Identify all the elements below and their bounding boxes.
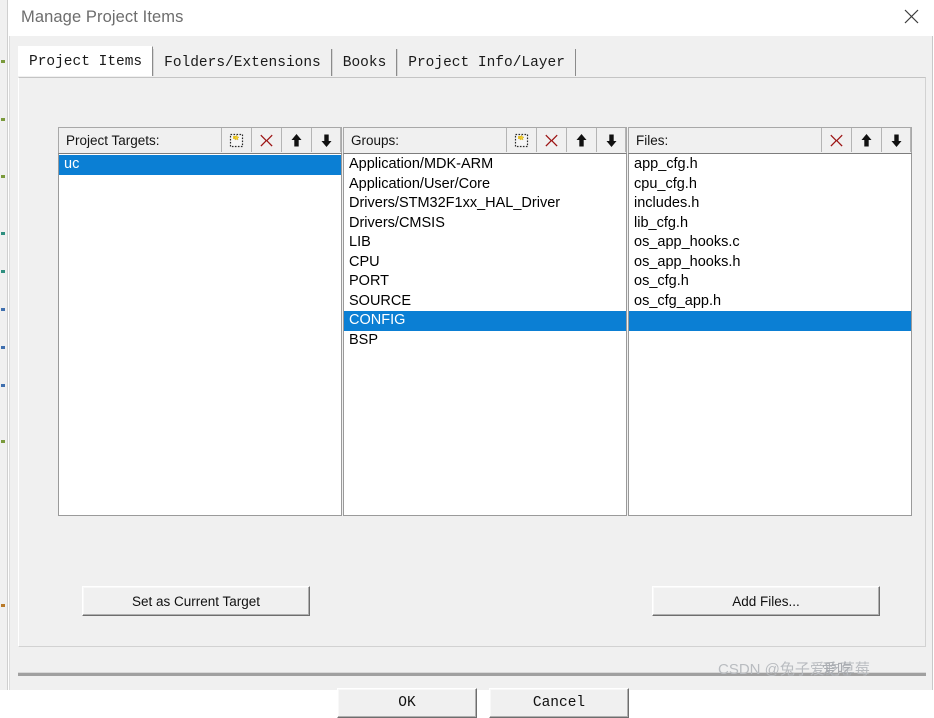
groups-label: Groups: [351,133,400,148]
bg-fleck [1,346,5,349]
bg-fleck [1,270,5,273]
list-item[interactable]: SOURCE [344,292,626,312]
groups-pane: Groups: Application/MDK-ARM Application/… [343,127,627,516]
list-item[interactable]: cpu_cfg.h [629,175,911,195]
list-item[interactable]: Application/User/Core [344,175,626,195]
move-up-icon[interactable] [281,128,311,152]
tab-label: Project Items [29,53,143,70]
new-item-icon[interactable] [221,128,251,152]
list-item-label: BSP [349,331,379,348]
add-files-button[interactable]: Add Files... [652,586,880,616]
ok-label: OK [398,695,416,711]
tab-project-info-layer[interactable]: Project Info/Layer [397,49,576,76]
list-item-label: os_app_hooks.c [634,234,740,250]
list-item[interactable]: Drivers/STM32F1xx_HAL_Driver [344,194,626,214]
list-item[interactable]: includes.h [629,194,911,214]
new-item-icon[interactable] [506,128,536,152]
bg-fleck [1,308,5,311]
set-as-current-target-label: Set as Current Target [131,593,261,609]
list-item[interactable]: Drivers/CMSIS [344,214,626,234]
list-item-label: Application/MDK-ARM [349,156,494,172]
background-window-sliver [0,0,8,690]
move-down-icon[interactable] [881,128,911,152]
list-item-label: Drivers/STM32F1xx_HAL_Driver [349,195,561,211]
groups-header: Groups: [343,127,627,153]
manage-project-items-dialog: Manage Project Items Project Items Folde… [8,0,934,718]
dialog-title: Manage Project Items [21,8,184,26]
files-toolbar [821,128,911,152]
set-as-current-target-button[interactable]: Set as Current Target [82,586,310,616]
tab-label: Books [342,54,387,71]
list-item[interactable]: lib_cfg.h [629,214,911,234]
delete-icon[interactable] [821,128,851,152]
project-targets-header: Project Targets: [58,127,342,153]
list-item[interactable]: LIB [344,233,626,253]
delete-icon[interactable] [251,128,281,152]
list-item-label: CPU [349,253,380,270]
list-item-label: app_cfg.h [634,156,698,172]
project-targets-toolbar [221,128,341,152]
list-item-new-entry[interactable] [629,311,911,331]
move-up-icon[interactable] [851,128,881,152]
delete-icon[interactable] [536,128,566,152]
list-item[interactable]: app_cfg.h [629,155,911,175]
bg-fleck [1,384,5,387]
list-item-label: Drivers/CMSIS [349,214,445,231]
list-item[interactable]: uc [59,155,341,175]
list-item-label: Application/User/Core [349,175,491,192]
list-item-label: uc [64,156,80,172]
list-item[interactable]: CPU [344,253,626,273]
bg-fleck [1,232,5,235]
list-item-label: PORT [349,273,390,289]
files-header: Files: [628,127,912,153]
list-item[interactable]: PORT [344,272,626,292]
project-targets-label: Project Targets: [66,133,160,148]
bg-fleck [1,175,5,178]
bg-fleck [1,604,5,607]
bg-fleck [1,60,5,63]
move-down-icon[interactable] [596,128,626,152]
move-down-icon[interactable] [311,128,341,152]
dialog-client-area: Project Items Folders/Extensions Books P… [9,36,933,718]
list-item-label: lib_cfg.h [634,214,689,231]
files-pane: Files: app_cfg.h cpu_cfg.h includes.h li… [628,127,912,516]
bg-fleck [1,118,5,121]
cancel-label: Cancel [532,695,586,711]
bg-fleck [1,440,5,443]
list-item[interactable]: os_cfg.h [629,272,911,292]
add-files-label: Add Files... [732,593,800,609]
tab-books[interactable]: Books [331,49,398,76]
list-item-label: os_cfg.h [634,273,689,289]
list-item[interactable]: os_app_hooks.h [629,253,911,273]
list-item[interactable]: CONFIG [344,311,626,331]
tab-label: Folders/Extensions [164,54,321,71]
tab-project-items[interactable]: Project Items [18,46,154,76]
dialog-titlebar: Manage Project Items [8,0,934,36]
files-listbox[interactable]: app_cfg.h cpu_cfg.h includes.h lib_cfg.h… [628,153,912,516]
list-item-label: os_app_hooks.h [634,253,741,270]
list-item[interactable]: os_app_hooks.c [629,233,911,253]
list-item-label: SOURCE [349,292,412,309]
tab-strip: Project Items Folders/Extensions Books P… [18,46,576,76]
groups-toolbar [506,128,626,152]
cancel-button[interactable]: Cancel [489,688,629,718]
list-item-label: LIB [349,234,371,250]
groups-listbox[interactable]: Application/MDK-ARM Application/User/Cor… [343,153,627,516]
tab-label: Project Info/Layer [408,54,565,71]
files-label: Files: [636,133,669,148]
footer-separator [18,672,926,676]
project-targets-pane: Project Targets: uc [58,127,342,516]
project-targets-listbox[interactable]: uc [58,153,342,516]
list-item-label: cpu_cfg.h [634,175,697,192]
list-item[interactable]: Application/MDK-ARM [344,155,626,175]
tab-folders-extensions[interactable]: Folders/Extensions [153,49,332,76]
list-item-label: CONFIG [349,312,406,328]
ok-button[interactable]: OK [337,688,477,718]
close-icon[interactable] [888,0,934,32]
move-up-icon[interactable] [566,128,596,152]
list-item-label: os_cfg_app.h [634,292,722,309]
list-item[interactable]: os_cfg_app.h [629,292,911,312]
list-item[interactable]: BSP [344,331,626,351]
list-item-label: includes.h [634,195,700,211]
